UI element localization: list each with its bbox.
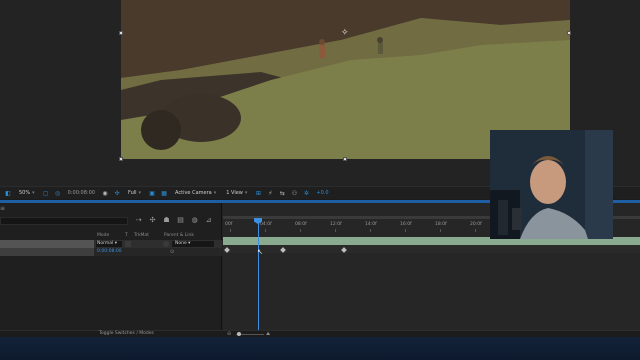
webcam-overlay xyxy=(490,130,613,239)
layer-name-bar[interactable] xyxy=(0,240,94,248)
panel-menu-icon[interactable]: ≡ xyxy=(0,205,6,212)
ruler-tick-label: 08:0f xyxy=(295,222,307,227)
ruler-tick-label: 00f xyxy=(225,222,233,227)
mode-column-header[interactable]: Mode xyxy=(97,233,109,238)
ruler-tick-label: 14:0f xyxy=(365,222,377,227)
graph-editor-icon[interactable]: ⊿ xyxy=(204,216,213,225)
transform-handle[interactable] xyxy=(343,157,347,161)
pick-whip-icon[interactable] xyxy=(163,241,169,247)
ruler-tick xyxy=(405,229,406,232)
ruler-tick-label: 12:0f xyxy=(330,222,342,227)
timeline-switches-bar: ⇢ ✣ ☗ ▤ ◍ ⊿ xyxy=(134,216,213,225)
property-timecode[interactable]: 0:00:08:00 xyxy=(97,249,122,254)
frame-blending-icon[interactable]: ▤ xyxy=(176,216,185,225)
camera-select[interactable]: Active Camera ▾ xyxy=(172,189,219,198)
ruler-tick-label: 16:0f xyxy=(400,222,412,227)
layer-outline: ≡ ⇢ ✣ ☗ ▤ ◍ ⊿ Mode T TrkMat Parent & Lin… xyxy=(0,203,222,333)
ruler-tick xyxy=(230,229,231,232)
comp-mini-flowchart-icon[interactable]: ⇢ xyxy=(134,216,143,225)
view-layout-select[interactable]: 1 View ▾ xyxy=(223,189,250,198)
draft-3d-icon[interactable]: ✣ xyxy=(148,216,157,225)
anchor-point-icon[interactable]: ✧ xyxy=(341,28,349,38)
property-row[interactable]: 0:00:08:00 ⊙ xyxy=(0,248,222,256)
exposure-value[interactable]: +0.0 xyxy=(314,189,330,198)
toggle-pixel-aspect-icon[interactable]: ⊞ xyxy=(254,189,262,197)
camera-value: Active Camera xyxy=(175,189,212,196)
ruler-tick xyxy=(475,229,476,232)
motion-blur-icon[interactable]: ◍ xyxy=(190,216,199,225)
transform-handle[interactable] xyxy=(119,157,123,161)
shy-layers-icon[interactable]: ☗ xyxy=(162,216,171,225)
timeline-zoom-knob[interactable] xyxy=(237,332,241,336)
timeline-footer: Toggle Switches / Modes ⊖ ⛰ xyxy=(0,330,640,337)
ruler-tick xyxy=(300,229,301,232)
column-headers: Mode T TrkMat Parent & Link xyxy=(0,231,222,240)
exposure-icon[interactable]: ✲ xyxy=(302,189,310,197)
ruler-tick-label: 20:0f xyxy=(470,222,482,227)
parent-value: None xyxy=(175,241,187,246)
blend-mode-select[interactable]: Normal ▾ xyxy=(96,241,122,247)
view-layout-value: 1 View xyxy=(226,189,243,196)
camera-icon[interactable]: ◉ xyxy=(101,189,109,197)
property-name-bar[interactable] xyxy=(0,248,94,256)
transform-handle[interactable] xyxy=(567,31,571,35)
flowchart-icon[interactable]: ⚇ xyxy=(290,189,298,197)
resolution-value: Full xyxy=(127,189,137,196)
timecode-display[interactable]: 0:00:08:00 xyxy=(66,189,97,198)
transparency-grid-icon[interactable]: ▦ xyxy=(160,189,168,197)
stopwatch-icon[interactable]: ⊙ xyxy=(170,249,174,255)
always-preview-icon[interactable]: ◧ xyxy=(4,189,12,197)
ruler-tick xyxy=(440,229,441,232)
blend-mode-value: Normal xyxy=(97,241,114,246)
zoom-select[interactable]: 50% ▾ xyxy=(16,189,38,198)
ruler-tick-label: 18:0f xyxy=(435,222,447,227)
region-of-interest-icon[interactable]: ▣ xyxy=(148,189,156,197)
grid-icon[interactable]: ▢ xyxy=(42,189,50,197)
playhead-line[interactable] xyxy=(258,218,259,333)
taskbar xyxy=(0,337,640,360)
parent-select[interactable]: None ▾ xyxy=(172,241,214,247)
color-channel-icon[interactable]: ✣ xyxy=(113,189,121,197)
transform-handle[interactable] xyxy=(119,31,123,35)
ruler-tick-label: 04:0f xyxy=(260,222,272,227)
mouse-cursor: ↖ xyxy=(257,248,263,256)
t-column-header[interactable]: T xyxy=(125,233,128,238)
timeline-icon[interactable]: ⇆ xyxy=(278,189,286,197)
resolution-select[interactable]: Full ▾ xyxy=(125,189,144,198)
trkmat-column-header[interactable]: TrkMat xyxy=(134,233,149,238)
ruler-tick xyxy=(370,229,371,232)
layer-row[interactable]: Normal ▾ None ▾ xyxy=(0,240,222,248)
parent-column-header[interactable]: Parent & Link xyxy=(164,233,194,238)
presenter-image xyxy=(490,130,613,239)
mask-icon[interactable]: ◎ xyxy=(54,189,62,197)
layer-search-input[interactable] xyxy=(0,217,128,225)
preserve-transparency-toggle[interactable] xyxy=(125,241,131,247)
fast-previews-icon[interactable]: ⚡ xyxy=(266,189,274,197)
ruler-tick xyxy=(335,229,336,232)
ruler-tick xyxy=(265,229,266,232)
zoom-value: 50% xyxy=(19,189,31,196)
toggle-switches-modes-button[interactable]: Toggle Switches / Modes xyxy=(99,331,154,336)
